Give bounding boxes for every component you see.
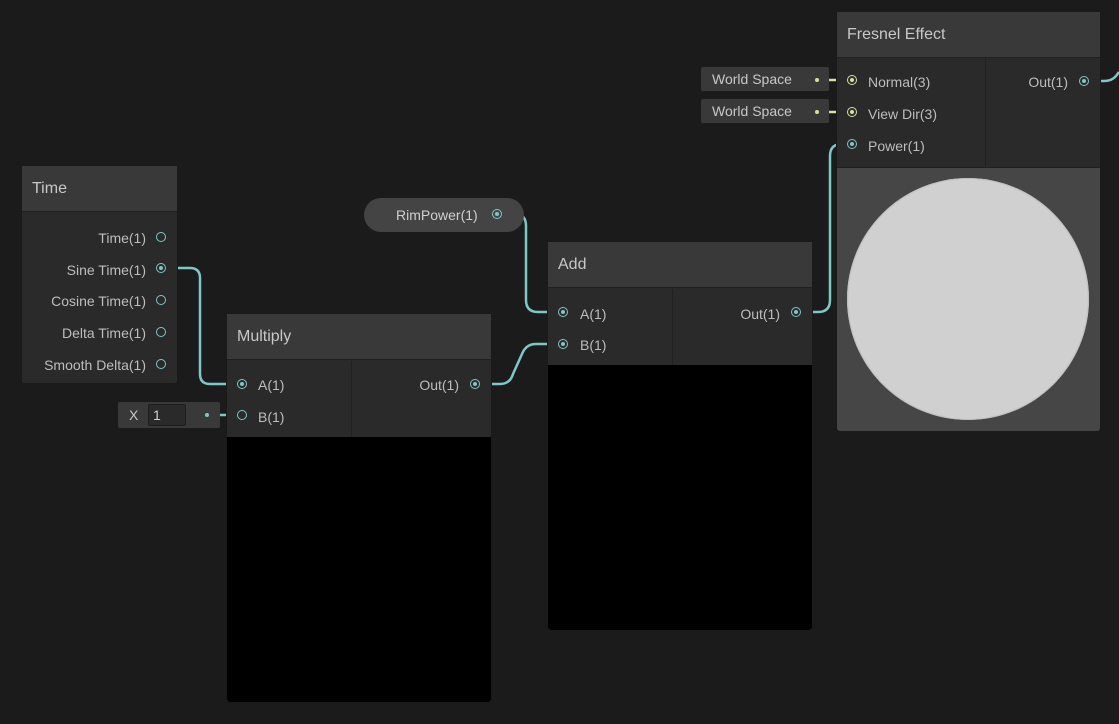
add-input-b[interactable]: B(1) [580, 335, 606, 355]
fresnel-input-viewdir-dot[interactable] [847, 107, 857, 117]
time-output-time[interactable]: Time(1) [98, 228, 146, 248]
fresnel-input-power[interactable]: Power(1) [868, 136, 925, 156]
time-output-sine-label: Sine Time(1) [66, 262, 146, 278]
multiply-port-divider [351, 361, 352, 437]
add-output-dot[interactable] [791, 307, 801, 317]
multiply-input-b-dot[interactable] [237, 410, 247, 420]
viewdir-space-dropdown[interactable]: World Space [701, 99, 829, 123]
viewdir-space-label: World Space [712, 103, 792, 119]
fresnel-node-title: Fresnel Effect [837, 12, 1100, 58]
add-input-b-label: B(1) [580, 337, 607, 353]
normal-space-dropdown[interactable]: World Space [701, 67, 829, 91]
multiply-b-axis-label: X [129, 407, 139, 423]
multiply-preview [227, 437, 491, 702]
time-output-smooth-delta-label: Smooth Delta(1) [44, 357, 146, 373]
multiply-input-a-dot[interactable] [237, 379, 247, 389]
add-port-divider [672, 289, 673, 365]
multiply-input-b[interactable]: B(1) [258, 407, 284, 427]
add-output-label: Out(1) [740, 306, 780, 322]
fresnel-preview [837, 167, 1100, 431]
fresnel-output-dot[interactable] [1079, 76, 1089, 86]
fresnel-output[interactable]: Out(1) [1028, 72, 1068, 92]
rimpower-property-node[interactable]: RimPower(1) [364, 198, 524, 232]
multiply-input-a[interactable]: A(1) [258, 375, 284, 395]
fresnel-input-normal-label: Normal(3) [868, 74, 931, 90]
viewdir-space-connector [815, 110, 819, 114]
add-input-b-dot[interactable] [558, 339, 568, 349]
time-output-smooth-delta-dot[interactable] [156, 359, 166, 369]
normal-space-connector [815, 78, 819, 82]
multiply-b-value-input[interactable]: 1 [148, 404, 186, 426]
multiply-node[interactable]: Multiply A(1) B(1) Out(1) [227, 314, 491, 702]
fresnel-input-power-label: Power(1) [868, 138, 925, 154]
fresnel-preview-sphere [847, 178, 1089, 420]
time-output-delta-label: Delta Time(1) [61, 325, 146, 341]
multiply-output[interactable]: Out(1) [419, 375, 459, 395]
rimpower-property-label: RimPower(1) [396, 207, 478, 223]
fresnel-input-normal[interactable]: Normal(3) [868, 72, 930, 92]
time-output-sine[interactable]: Sine Time(1) [67, 260, 146, 280]
multiply-b-inline-field[interactable]: X 1 [118, 402, 220, 428]
add-input-a[interactable]: A(1) [580, 304, 606, 324]
add-node[interactable]: Add A(1) B(1) Out(1) [548, 242, 812, 630]
multiply-node-title: Multiply [227, 314, 491, 360]
time-output-smooth-delta[interactable]: Smooth Delta(1) [44, 355, 146, 375]
fresnel-input-viewdir-label: View Dir(3) [868, 106, 937, 122]
fresnel-input-viewdir[interactable]: View Dir(3) [868, 104, 937, 124]
time-output-cosine[interactable]: Cosine Time(1) [51, 291, 146, 311]
multiply-input-b-label: B(1) [258, 409, 285, 425]
time-node-title: Time [22, 166, 177, 212]
fresnel-output-label: Out(1) [1028, 74, 1068, 90]
normal-space-label: World Space [712, 71, 792, 87]
time-output-cosine-label: Cosine Time(1) [51, 293, 146, 309]
multiply-b-field-connector [205, 413, 209, 417]
add-input-a-label: A(1) [580, 306, 607, 322]
add-output[interactable]: Out(1) [740, 304, 780, 324]
time-output-cosine-dot[interactable] [156, 295, 166, 305]
multiply-input-a-label: A(1) [258, 377, 285, 393]
add-preview [548, 365, 812, 630]
add-node-title: Add [548, 242, 812, 288]
rimpower-output-dot[interactable] [492, 209, 502, 219]
multiply-output-dot[interactable] [470, 379, 480, 389]
time-output-sine-dot[interactable] [156, 263, 166, 273]
fresnel-input-power-dot[interactable] [847, 139, 857, 149]
fresnel-effect-node[interactable]: Fresnel Effect Normal(3) View Dir(3) Pow… [837, 12, 1100, 431]
fresnel-input-normal-dot[interactable] [847, 75, 857, 85]
time-output-time-dot[interactable] [156, 232, 166, 242]
time-node[interactable]: Time Time(1) Sine Time(1) Cosine Time(1)… [22, 166, 177, 383]
time-output-delta[interactable]: Delta Time(1) [62, 323, 146, 343]
time-output-delta-dot[interactable] [156, 327, 166, 337]
fresnel-port-divider [985, 59, 986, 166]
add-input-a-dot[interactable] [558, 307, 568, 317]
time-output-time-label: Time(1) [98, 230, 146, 246]
multiply-output-label: Out(1) [419, 377, 459, 393]
